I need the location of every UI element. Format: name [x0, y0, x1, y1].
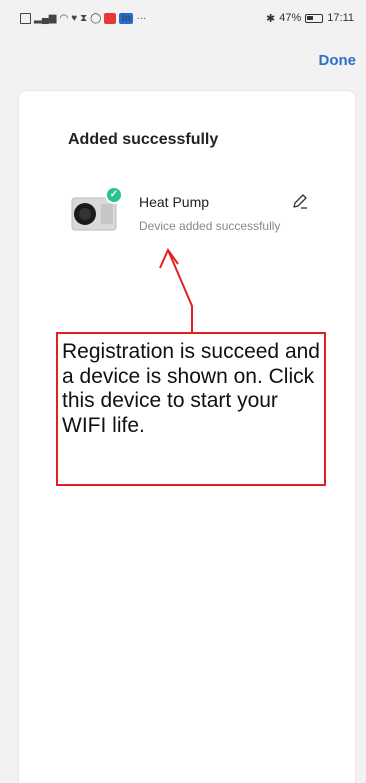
device-status: Device added successfully — [139, 219, 281, 233]
status-icons-left: ▂▄▆ ◠ ♥ ⧗ ◯ in ··· — [20, 12, 147, 24]
annotation-callout: Registration is succeed and a device is … — [56, 332, 326, 486]
bluetooth-icon: ✱ — [266, 12, 276, 25]
check-icon: ✓ — [105, 186, 123, 204]
linkedin-icon: in — [119, 12, 134, 24]
more-icon: ··· — [136, 12, 147, 24]
device-list-item[interactable]: ✓ Heat Pump Device added successfully — [71, 186, 341, 246]
annotation-arrow — [159, 247, 193, 332]
done-button[interactable]: Done — [319, 52, 357, 69]
clock: 17:11 — [327, 12, 354, 24]
device-name: Heat Pump — [139, 194, 210, 210]
heart-icon: ♥ — [71, 12, 78, 24]
edit-icon[interactable] — [291, 192, 309, 210]
page-title: Added successfully — [68, 131, 219, 148]
whatsapp-icon: ◯ — [90, 12, 102, 24]
hd-icon — [20, 12, 31, 24]
battery-percent: 47% — [279, 12, 302, 24]
battery-icon — [305, 13, 324, 23]
red-app-icon — [104, 12, 117, 24]
hourglass-icon: ⧗ — [80, 12, 88, 24]
status-bar: ▂▄▆ ◠ ♥ ⧗ ◯ in ··· ✱ 47% 17:11 — [0, 0, 366, 36]
wifi-icon: ◠ — [59, 12, 69, 24]
status-icons-right: ✱ 47% 17:11 — [266, 12, 354, 25]
signal-icon: ▂▄▆ — [34, 12, 57, 24]
